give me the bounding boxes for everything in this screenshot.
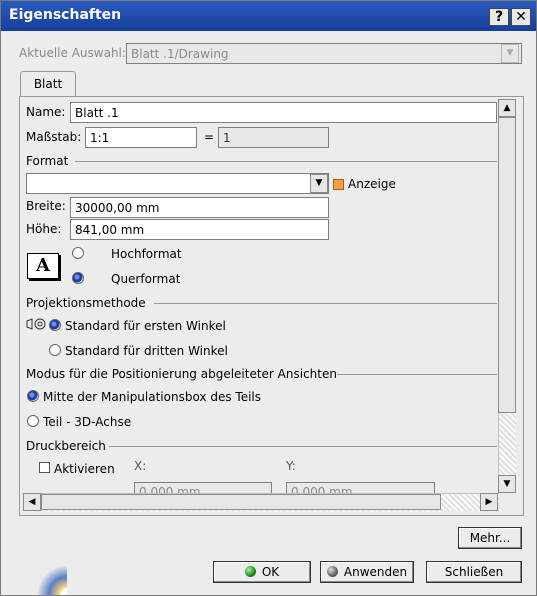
manipulation-box-radio[interactable]	[27, 390, 39, 402]
landscape-label: Querformat	[111, 272, 181, 286]
x-label: X:	[134, 459, 147, 473]
3d-axis-label: Teil - 3D-Achse	[43, 415, 132, 429]
scale-field[interactable]: 1:1	[85, 127, 197, 148]
selection-field: Blatt .1/Drawing	[126, 43, 522, 64]
format-dropdown-chevron-down-icon[interactable]: ▼	[310, 174, 328, 193]
ok-button[interactable]: OK	[213, 561, 311, 583]
height-label: Höhe:	[26, 222, 62, 236]
first-angle-label: Standard für ersten Winkel	[65, 319, 226, 333]
format-divider	[75, 161, 497, 162]
scale-result-field: 1	[218, 127, 329, 148]
scroll-right-icon[interactable]: ▶	[480, 493, 498, 511]
width-label: Breite:	[26, 199, 66, 213]
width-field[interactable]: 30000,00 mm	[70, 197, 329, 218]
y-label: Y:	[286, 459, 296, 473]
vertical-scrollbar-thumb[interactable]	[498, 117, 516, 413]
dialog-title: Eigenschaften	[9, 7, 122, 23]
ok-icon	[244, 566, 256, 577]
scale-label: Maßstab:	[26, 130, 82, 144]
selection-dropdown-icon: ▼	[501, 44, 519, 63]
show-label: Anzeige	[348, 177, 396, 191]
manipulation-box-label: Mitte der Manipulationsbox des Teils	[43, 390, 262, 404]
apply-icon	[326, 566, 338, 577]
apply-button-label: Anwenden	[343, 565, 408, 579]
scroll-down-icon[interactable]: ▼	[498, 475, 516, 493]
title-bar[interactable]: Eigenschaften ? ✕	[1, 1, 536, 31]
ok-button-label: OK	[261, 565, 280, 579]
horizontal-scrollbar-thumb[interactable]	[41, 494, 441, 510]
show-checkbox[interactable]	[333, 179, 344, 190]
equals-sign: =	[204, 130, 215, 144]
format-section-title: Format	[26, 154, 69, 168]
selection-label: Aktuelle Auswahl:	[19, 46, 126, 60]
activate-checkbox[interactable]	[39, 462, 50, 473]
positioning-divider	[337, 374, 497, 375]
portrait-label: Hochformat	[111, 247, 182, 261]
3d-axis-radio[interactable]	[27, 415, 39, 427]
scroll-up-icon[interactable]: ▲	[498, 99, 516, 117]
corner-decoration	[7, 561, 67, 595]
portrait-radio[interactable]	[72, 247, 84, 259]
print-area-section-title: Druckbereich	[26, 439, 106, 453]
first-angle-radio[interactable]	[49, 319, 61, 331]
positioning-section-title: Modus für die Positionierung abgeleitete…	[26, 367, 337, 381]
tab-blatt[interactable]: Blatt	[20, 71, 76, 97]
name-field[interactable]: Blatt .1	[70, 102, 497, 123]
height-field[interactable]: 841,00 mm	[70, 219, 329, 240]
close-button[interactable]: Schließen	[426, 561, 522, 583]
apply-button[interactable]: Anwenden	[320, 561, 414, 583]
properties-dialog: Eigenschaften ? ✕ Aktuelle Auswahl: Blat…	[0, 0, 537, 596]
third-angle-radio[interactable]	[49, 344, 61, 356]
projection-section-title: Projektionsmethode	[26, 296, 146, 310]
landscape-radio[interactable]	[72, 272, 84, 284]
orientation-icon: A	[27, 253, 59, 279]
projection-divider	[154, 303, 497, 304]
format-dropdown[interactable]	[26, 173, 329, 194]
more-button[interactable]: Mehr...	[458, 527, 522, 549]
name-label: Name:	[26, 105, 66, 119]
activate-label: Aktivieren	[54, 462, 115, 476]
scroll-left-icon[interactable]: ◀	[23, 493, 41, 511]
print-area-divider	[109, 446, 497, 447]
help-button[interactable]: ?	[489, 8, 509, 26]
first-angle-projection-icon	[26, 318, 46, 330]
third-angle-label: Standard für dritten Winkel	[65, 344, 228, 358]
close-icon[interactable]: ✕	[511, 8, 531, 26]
